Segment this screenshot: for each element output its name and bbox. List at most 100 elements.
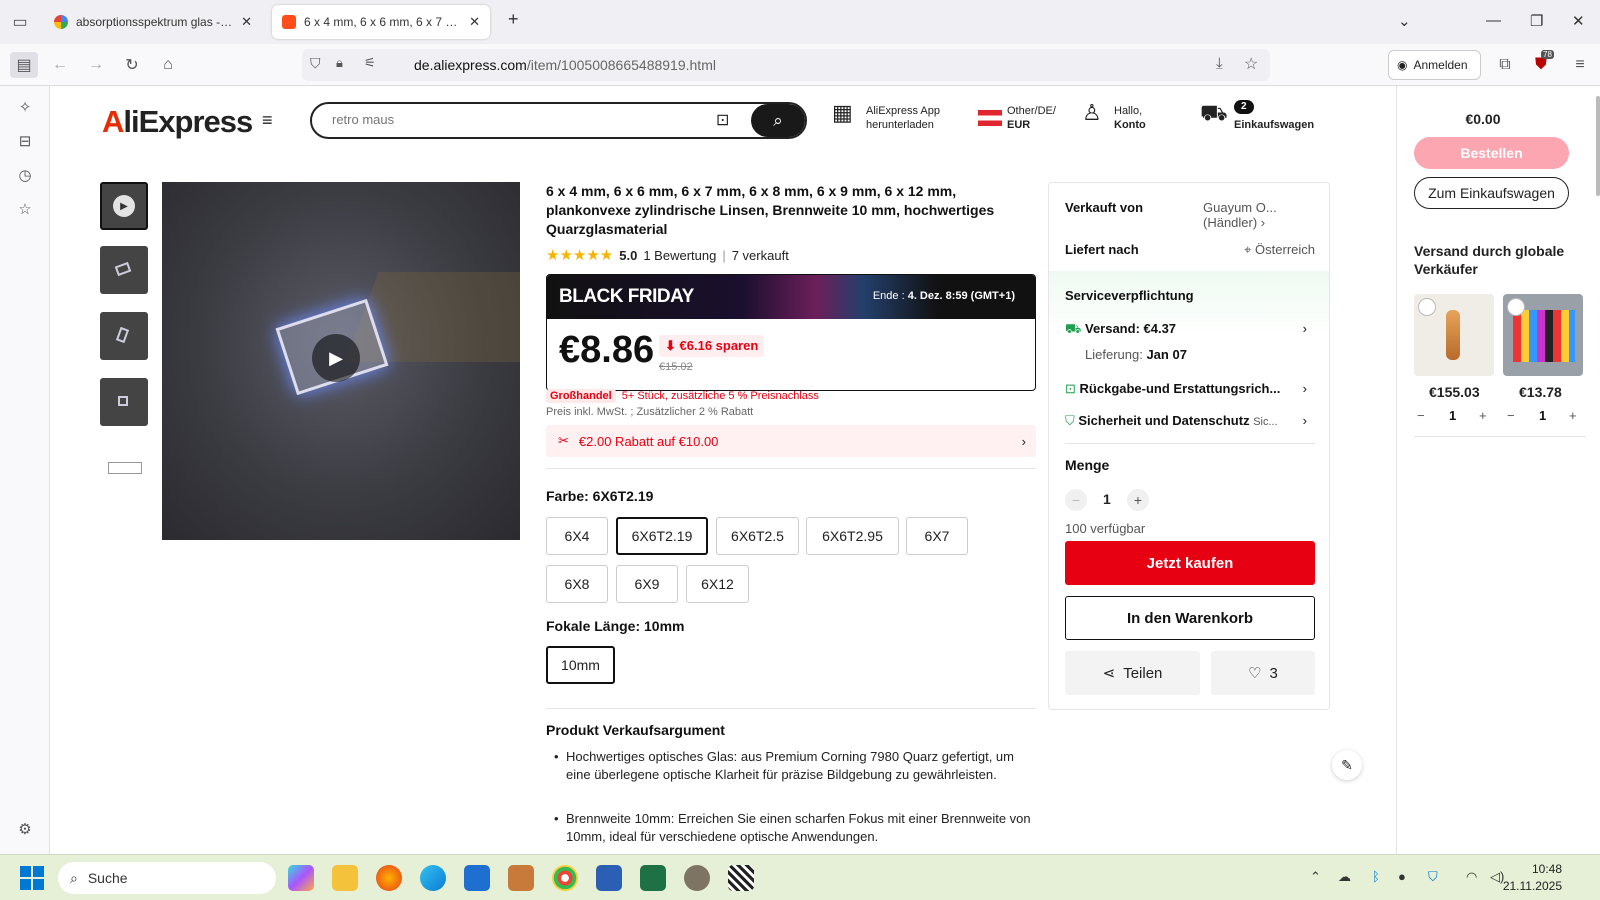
tab-google-search[interactable]: absorptionsspektrum glas - Go ✕ bbox=[44, 5, 262, 39]
close-tab-icon[interactable]: ✕ bbox=[469, 14, 480, 30]
shipping-row[interactable]: ⛟ Versand: €4.37 › bbox=[1065, 321, 1315, 339]
firefox-icon[interactable] bbox=[376, 865, 402, 891]
gimp-icon[interactable] bbox=[684, 865, 710, 891]
minimize-icon[interactable]: — bbox=[1486, 12, 1501, 29]
tab-list-icon[interactable]: ▭ bbox=[6, 9, 34, 35]
color-option[interactable]: 6X4 bbox=[546, 517, 608, 555]
bluetooth-icon[interactable]: ᛒ bbox=[1372, 869, 1380, 884]
file-explorer-icon[interactable] bbox=[332, 865, 358, 891]
history-icon[interactable]: ◷ bbox=[12, 162, 38, 188]
edit-pen-icon[interactable]: ✎ bbox=[1332, 750, 1362, 780]
app-icon[interactable] bbox=[508, 865, 534, 891]
forward-icon[interactable]: → bbox=[82, 52, 110, 78]
close-tab-icon[interactable]: ✕ bbox=[241, 14, 252, 30]
back-icon[interactable]: ← bbox=[46, 52, 74, 78]
tray-app-icon[interactable]: ● bbox=[1398, 869, 1406, 884]
reload-icon[interactable]: ↻ bbox=[118, 52, 146, 78]
quantity-increase-button[interactable]: + bbox=[1127, 489, 1149, 511]
seller-row[interactable]: Verkauft von Guayum O... (Händler) › bbox=[1065, 200, 1315, 230]
app-download-link[interactable]: ▦ AliExpress App herunterladen bbox=[832, 102, 940, 132]
maximize-icon[interactable]: ❐ bbox=[1530, 12, 1543, 30]
cart-link[interactable]: ⛟ 2 Einkaufswagen bbox=[1200, 100, 1314, 132]
aliexpress-logo[interactable]: AliExpress bbox=[102, 104, 253, 140]
color-option[interactable]: 6X9 bbox=[616, 565, 678, 603]
select-item-checkbox[interactable] bbox=[1507, 298, 1525, 316]
cart-item-image[interactable] bbox=[1503, 294, 1583, 376]
share-button[interactable]: ⋖ Teilen bbox=[1065, 651, 1200, 695]
word-icon[interactable] bbox=[596, 865, 622, 891]
color-option[interactable]: 6X7 bbox=[906, 517, 968, 555]
chevron-down-icon[interactable]: ⌄ bbox=[1398, 12, 1411, 30]
search-button[interactable]: ⌕ bbox=[751, 104, 805, 137]
focal-option-selected[interactable]: 10mm bbox=[546, 646, 615, 684]
coupon-banner[interactable]: ✂ €2.00 Rabatt auf €10.00 › bbox=[546, 425, 1036, 457]
qr-app-icon[interactable] bbox=[728, 865, 754, 891]
close-window-icon[interactable]: ✕ bbox=[1572, 12, 1585, 30]
ai-chat-icon[interactable]: ✧ bbox=[12, 94, 38, 120]
thumbnail-drawing[interactable] bbox=[100, 444, 148, 492]
go-to-cart-button[interactable]: Zum Einkaufswagen bbox=[1414, 177, 1569, 209]
security-row[interactable]: ⛉ Sicherheit und Datenschutz Sic... › bbox=[1065, 413, 1315, 429]
add-to-cart-button[interactable]: In den Warenkorb bbox=[1065, 596, 1315, 640]
extensions-icon[interactable]: ⧉ bbox=[1491, 52, 1519, 78]
permissions-icon[interactable]: ⚟ bbox=[364, 55, 376, 71]
url-bar[interactable]: ⛉ 🔒︎ ⚟ de.aliexpress.com/item/1005008665… bbox=[302, 49, 1270, 81]
settings-icon[interactable]: ⚙ bbox=[12, 816, 38, 842]
chevron-up-icon[interactable]: ⌃ bbox=[1310, 869, 1321, 885]
play-video-icon[interactable]: ▶ bbox=[312, 334, 360, 382]
tab-aliexpress-product[interactable]: 6 x 4 mm, 6 x 6 mm, 6 x 7 mm, 6 ✕ bbox=[272, 5, 490, 39]
search-input[interactable] bbox=[332, 112, 712, 127]
thumbnail-video[interactable]: ▶ bbox=[100, 182, 148, 230]
color-option-selected[interactable]: 6X6T2.19 bbox=[616, 517, 708, 555]
thumbnail-image[interactable] bbox=[100, 378, 148, 426]
reviews-link[interactable]: 1 Bewertung bbox=[643, 248, 716, 263]
scrollbar[interactable] bbox=[1596, 96, 1600, 196]
region-selector[interactable]: Other/DE/ EUR bbox=[978, 104, 1056, 132]
store-icon[interactable] bbox=[464, 865, 490, 891]
thumbnail-image[interactable] bbox=[100, 312, 148, 360]
menu-icon[interactable]: ≡ bbox=[1566, 52, 1594, 78]
home-icon[interactable]: ⌂ bbox=[154, 52, 182, 78]
taskbar-search[interactable]: ⌕ Suche bbox=[58, 862, 276, 894]
synced-tabs-icon[interactable]: ⊟ bbox=[12, 128, 38, 154]
excel-icon[interactable] bbox=[640, 865, 666, 891]
cloud-icon[interactable]: ☁ bbox=[1338, 869, 1351, 885]
new-tab-button[interactable]: + bbox=[508, 9, 519, 30]
select-item-checkbox[interactable] bbox=[1418, 298, 1436, 316]
buy-now-button[interactable]: Jetzt kaufen bbox=[1065, 541, 1315, 585]
account-link[interactable]: ♙ Hallo, Konto bbox=[1082, 102, 1146, 132]
cart-item-decrease-button[interactable]: − bbox=[1417, 408, 1425, 423]
image-search-icon[interactable]: ⊡ bbox=[716, 110, 729, 130]
shield-icon[interactable]: ⛉ bbox=[310, 55, 321, 72]
url-text[interactable]: de.aliexpress.com/item/1005008665488919.… bbox=[414, 57, 716, 73]
returns-row[interactable]: ⊡ Rückgabe-und Erstattungsrich... › bbox=[1065, 381, 1315, 397]
sidebar-toggle-icon[interactable]: ▤ bbox=[10, 52, 38, 78]
color-option[interactable]: 6X6T2.5 bbox=[716, 517, 799, 555]
thumbnail-image[interactable] bbox=[100, 246, 148, 294]
bookmark-star-icon[interactable]: ☆ bbox=[1244, 54, 1258, 74]
color-option[interactable]: 6X8 bbox=[546, 565, 608, 603]
ships-to-row[interactable]: Liefert nach ⌖ Österreich bbox=[1065, 242, 1315, 257]
windows-start-icon[interactable] bbox=[20, 866, 44, 890]
wifi-icon[interactable]: ◠ bbox=[1466, 869, 1477, 885]
category-menu-icon[interactable]: ≡ bbox=[262, 110, 273, 131]
cart-item-decrease-button[interactable]: − bbox=[1507, 408, 1515, 423]
quantity-decrease-button[interactable]: − bbox=[1065, 489, 1087, 511]
checkout-button[interactable]: Bestellen bbox=[1414, 137, 1569, 169]
bookmarks-icon[interactable]: ☆ bbox=[12, 196, 38, 222]
lock-icon[interactable]: 🔒︎ bbox=[336, 55, 343, 71]
signin-button[interactable]: ◉ Anmelden bbox=[1388, 50, 1481, 80]
wishlist-button[interactable]: ♡ 3 bbox=[1211, 651, 1315, 695]
product-main-image[interactable]: ▶ bbox=[162, 182, 520, 540]
cart-item-increase-button[interactable]: + bbox=[1569, 408, 1577, 423]
cart-item-image[interactable] bbox=[1414, 294, 1494, 376]
cart-item-increase-button[interactable]: + bbox=[1479, 408, 1487, 423]
photos-icon[interactable] bbox=[552, 865, 578, 891]
install-icon[interactable]: ⤓ bbox=[1216, 55, 1223, 72]
copilot-icon[interactable] bbox=[288, 865, 314, 891]
color-option[interactable]: 6X12 bbox=[686, 565, 749, 603]
clock[interactable]: 10:48 21.11.2025 bbox=[1503, 861, 1562, 895]
color-option[interactable]: 6X6T2.95 bbox=[806, 517, 899, 555]
security-icon[interactable]: ⛉ bbox=[1428, 869, 1438, 885]
edge-icon[interactable] bbox=[420, 865, 446, 891]
